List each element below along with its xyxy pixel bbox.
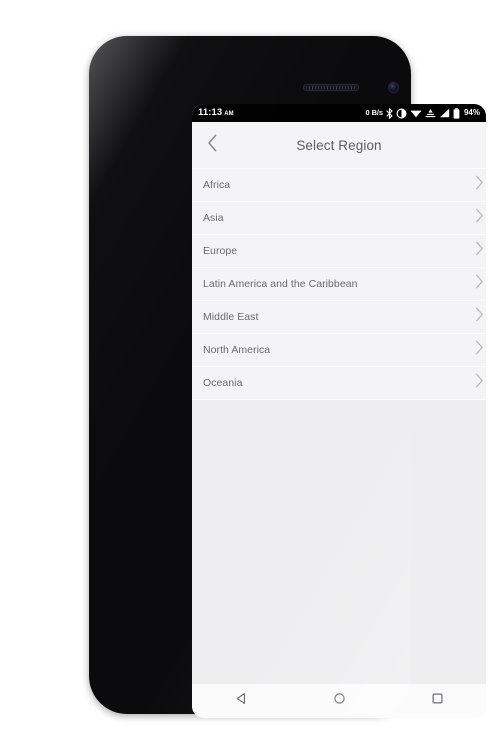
- list-item-north-america[interactable]: North America: [192, 334, 486, 367]
- bluetooth-icon: [386, 107, 393, 119]
- phone-screen: 11:13 AM 0 B/s 94% Select Region Africa …: [192, 104, 486, 718]
- region-label: Europe: [203, 245, 238, 257]
- nav-home-button[interactable]: [316, 684, 362, 718]
- android-navigation-bar: [192, 684, 486, 718]
- region-label: Middle East: [203, 311, 259, 323]
- nav-home-circle-icon: [333, 692, 346, 710]
- network-speed-label: 0 B/s: [365, 108, 384, 118]
- screenshot-root: 11:13 AM 0 B/s 94% Select Region Africa …: [0, 0, 500, 750]
- chevron-right-icon: [475, 340, 484, 360]
- front-camera-icon: [388, 82, 399, 93]
- region-label: Asia: [203, 212, 224, 224]
- status-am-pm: AM: [224, 111, 234, 118]
- chevron-right-icon: [475, 241, 484, 261]
- chevron-right-icon: [475, 373, 484, 393]
- status-bar: 11:13 AM 0 B/s 94%: [192, 104, 486, 122]
- region-label: Africa: [203, 179, 231, 191]
- status-bar-left: 11:13 AM: [198, 108, 234, 118]
- chevron-right-icon: [475, 274, 484, 294]
- wifi-icon: [410, 108, 422, 118]
- chevron-right-icon: [475, 307, 484, 327]
- app-header: Select Region: [192, 122, 486, 169]
- region-list: Africa Asia Europe Latin America and the…: [192, 169, 486, 400]
- nav-back-triangle-icon: [235, 692, 248, 710]
- list-item-asia[interactable]: Asia: [192, 202, 486, 235]
- nav-recents-square-icon: [431, 692, 444, 710]
- region-label: Latin America and the Caribbean: [203, 278, 358, 290]
- do-not-disturb-icon: [396, 107, 407, 119]
- status-time: 11:13: [198, 107, 223, 119]
- vpn-icon: [425, 108, 436, 118]
- phone-device-body: 11:13 AM 0 B/s 94% Select Region Africa …: [89, 36, 486, 718]
- region-label: North America: [203, 344, 271, 356]
- earpiece-grille: [306, 86, 356, 89]
- list-item-africa[interactable]: Africa: [192, 169, 486, 202]
- list-item-oceania[interactable]: Oceania: [192, 367, 486, 400]
- earpiece-speaker-icon: [303, 84, 359, 91]
- list-item-europe[interactable]: Europe: [192, 235, 486, 268]
- region-list-area: Africa Asia Europe Latin America and the…: [192, 169, 486, 684]
- page-title: Select Region: [296, 137, 382, 153]
- status-bar-right: 0 B/s 94%: [365, 107, 480, 119]
- list-item-middle-east[interactable]: Middle East: [192, 301, 486, 334]
- chevron-right-icon: [475, 175, 484, 195]
- signal-bars-icon: [439, 108, 450, 118]
- nav-back-button[interactable]: [218, 684, 264, 718]
- battery-percent-label: 94%: [463, 108, 480, 117]
- list-item-latin-america-and-the-caribbean[interactable]: Latin America and the Caribbean: [192, 268, 486, 301]
- region-label: Oceania: [203, 377, 243, 389]
- chevron-right-icon: [475, 208, 484, 228]
- nav-recents-button[interactable]: [414, 684, 460, 718]
- battery-icon: [453, 107, 460, 119]
